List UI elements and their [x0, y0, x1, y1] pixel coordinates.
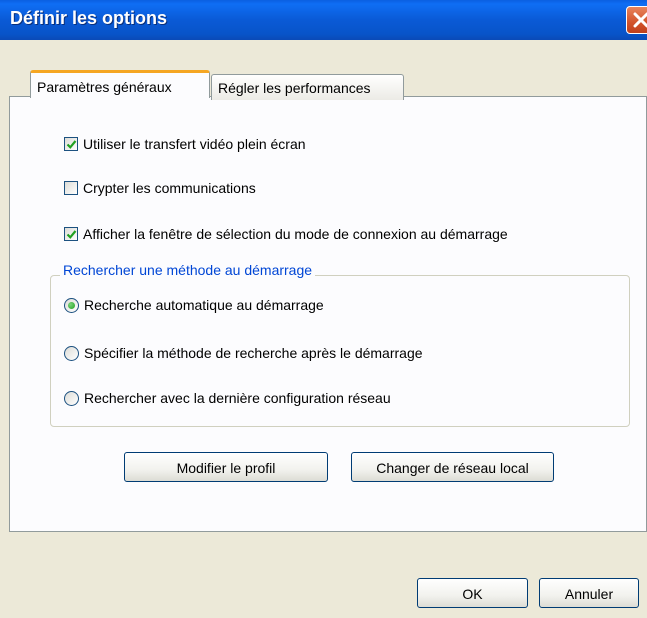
option-show-connection-mode[interactable]: Afficher la fenêtre de sélection du mode…: [64, 226, 508, 242]
ok-button[interactable]: OK: [417, 578, 528, 608]
fullscreen-video-checkbox[interactable]: [64, 137, 78, 151]
cancel-button[interactable]: Annuler: [539, 578, 639, 608]
encrypt-communications-checkbox[interactable]: [64, 181, 78, 195]
option-fullscreen-video[interactable]: Utiliser le transfert vidéo plein écran: [64, 136, 306, 152]
show-connection-mode-checkbox[interactable]: [64, 227, 78, 241]
check-icon: [66, 140, 77, 149]
close-icon: [633, 12, 647, 28]
window-title: Définir les options: [10, 8, 168, 28]
tab-performance-settings[interactable]: Régler les performances: [211, 74, 404, 100]
radio-last-config[interactable]: Rechercher avec la dernière configuratio…: [64, 390, 391, 406]
change-lan-button[interactable]: Changer de réseau local: [351, 452, 554, 482]
modify-profile-button[interactable]: Modifier le profil: [124, 452, 328, 482]
last-config-radio[interactable]: [64, 390, 79, 406]
close-button[interactable]: [626, 6, 647, 34]
tab-general-settings[interactable]: Paramètres généraux: [30, 70, 210, 98]
encrypt-communications-label: Crypter les communications: [83, 180, 256, 196]
fullscreen-video-label: Utiliser le transfert vidéo plein écran: [83, 136, 306, 152]
title-bar[interactable]: Définir les options: [0, 0, 647, 40]
show-connection-mode-label: Afficher la fenêtre de sélection du mode…: [83, 226, 508, 242]
radio-selected-dot: [68, 301, 75, 309]
radio-specify-method[interactable]: Spécifier la méthode de recherche après …: [64, 345, 423, 361]
option-encrypt-communications[interactable]: Crypter les communications: [64, 180, 256, 196]
last-config-label: Rechercher avec la dernière configuratio…: [84, 390, 391, 406]
check-icon: [66, 230, 77, 239]
radio-auto-search[interactable]: Recherche automatique au démarrage: [64, 297, 324, 313]
specify-method-radio[interactable]: [64, 345, 79, 361]
options-dialog: Définir les options Paramètres généraux …: [0, 0, 647, 618]
specify-method-label: Spécifier la méthode de recherche après …: [84, 345, 423, 361]
search-method-legend: Rechercher une méthode au démarrage: [60, 262, 316, 278]
auto-search-radio[interactable]: [64, 297, 79, 313]
auto-search-label: Recherche automatique au démarrage: [84, 297, 324, 313]
